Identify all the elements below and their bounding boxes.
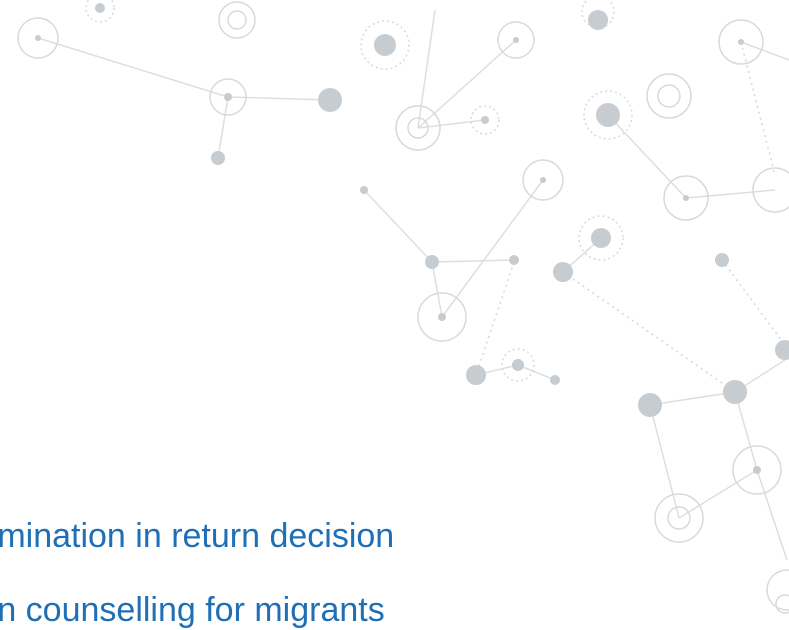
network-node — [374, 34, 396, 56]
network-edge — [363, 189, 433, 263]
network-node — [35, 35, 41, 41]
network-edge — [441, 179, 544, 318]
network-edge — [678, 469, 758, 519]
network-node — [638, 393, 662, 417]
network-node — [509, 255, 519, 265]
network-edge — [431, 259, 515, 263]
network-node — [95, 3, 105, 13]
network-edge — [607, 114, 687, 199]
network-node — [513, 37, 519, 43]
network-node — [466, 365, 486, 385]
network-node — [438, 313, 446, 321]
bullet-text-return-counselling: rn counselling for migrants — [0, 591, 385, 629]
network-node — [775, 340, 789, 360]
network-node — [553, 262, 573, 282]
network-node — [738, 39, 744, 45]
network-edge — [740, 41, 776, 176]
network-ring — [646, 73, 692, 119]
network-node — [211, 151, 225, 165]
network-node — [588, 10, 608, 30]
network-node — [224, 93, 232, 101]
network-node — [360, 186, 368, 194]
network-node — [596, 103, 620, 127]
network-node — [550, 375, 560, 385]
bullet-text-return-decision: rmination in return decision — [0, 517, 395, 555]
network-edges — [37, 9, 789, 561]
network-node — [715, 253, 729, 267]
network-node — [425, 255, 439, 269]
network-ring — [657, 84, 681, 108]
network-nodes — [35, 3, 789, 474]
network-edge — [734, 391, 758, 471]
network-ring — [218, 1, 256, 39]
network-edges-dotted — [475, 41, 786, 393]
network-node — [723, 380, 747, 404]
network-edge — [417, 9, 436, 129]
network-ring — [766, 569, 789, 611]
network-node — [540, 177, 546, 183]
network-node — [683, 195, 689, 201]
network-edge — [649, 404, 680, 519]
network-node — [591, 228, 611, 248]
network-edge — [217, 96, 229, 159]
network-node — [481, 116, 489, 124]
network-edge — [740, 41, 789, 61]
network-node — [753, 466, 761, 474]
network-edge — [227, 96, 331, 101]
network-node — [318, 88, 342, 112]
network-ring — [227, 10, 247, 30]
network-edge — [417, 39, 517, 129]
network-edge — [431, 261, 443, 318]
network-edge — [756, 469, 788, 561]
network-edge — [649, 391, 736, 406]
network-edge — [685, 189, 776, 199]
network-edge — [562, 271, 736, 393]
network-edge — [721, 259, 786, 346]
network-edge — [37, 37, 229, 98]
network-node — [512, 359, 524, 371]
network-edge — [475, 261, 515, 376]
